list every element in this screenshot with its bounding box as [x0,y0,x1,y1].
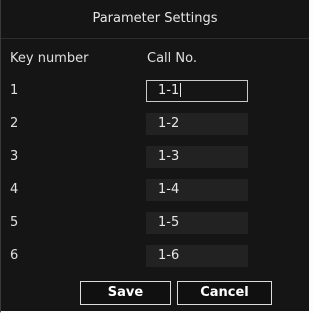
text-cursor [180,82,182,97]
key-number-5: 5 [10,215,19,230]
dialog-title: Parameter Settings [92,11,218,26]
parameter-settings-dialog: Parameter Settings Key number Call No. 1… [0,0,314,313]
save-button[interactable]: Save [80,281,171,305]
cancel-button[interactable]: Cancel [177,281,272,305]
call-no-input-5[interactable]: 1-5 [146,212,248,234]
dialog-titlebar: Parameter Settings [1,0,309,39]
key-number-1: 1 [10,83,19,98]
key-number-header: Key number [10,51,89,66]
call-no-value-1: 1-1 [158,83,180,98]
key-number-2: 2 [10,116,19,131]
call-no-header: Call No. [147,51,197,66]
call-no-input-3[interactable]: 1-3 [146,146,248,168]
call-no-input-4[interactable]: 1-4 [146,179,248,201]
key-number-3: 3 [10,149,19,164]
call-no-input-6[interactable]: 1-6 [146,245,248,267]
call-no-input-2[interactable]: 1-2 [146,113,248,135]
key-number-6: 6 [10,248,19,263]
key-number-4: 4 [10,182,19,197]
call-no-input-1[interactable]: 1-1 [146,80,248,102]
